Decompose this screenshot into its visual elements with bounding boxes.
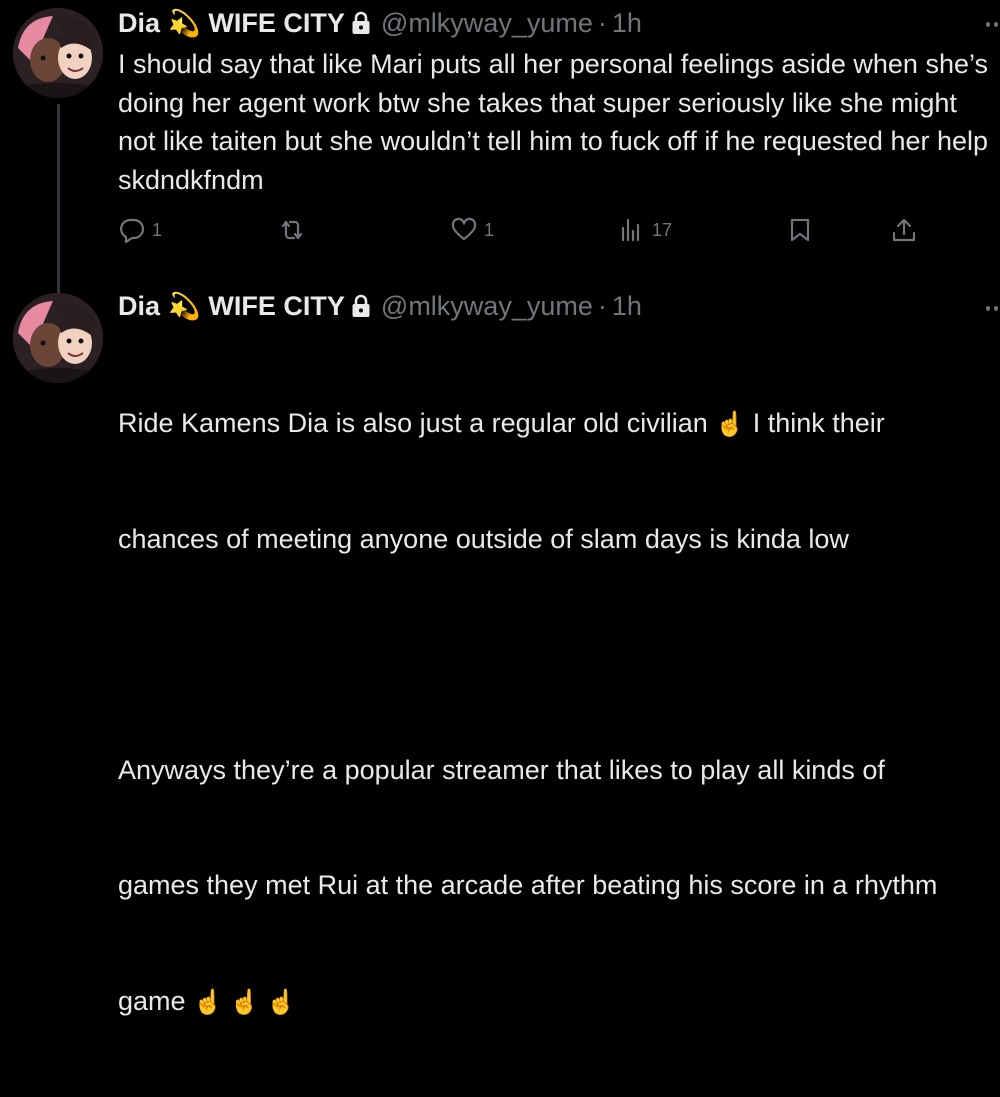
tweet[interactable]: Dia 💫 WIFE CITY @mlkyway_yume · 1h I sho… bbox=[0, 0, 1000, 294]
display-name[interactable]: Dia bbox=[118, 3, 160, 43]
tweet-text: Ride Kamens Dia is also just a regular o… bbox=[118, 327, 998, 1097]
display-name[interactable]: Dia bbox=[118, 286, 160, 326]
reply-icon bbox=[118, 216, 146, 244]
handle[interactable]: @mlkyway_yume bbox=[381, 3, 593, 43]
bookmark-icon bbox=[786, 216, 814, 244]
display-name-suffix[interactable]: WIFE CITY bbox=[208, 3, 345, 43]
views-icon bbox=[618, 216, 646, 244]
separator: · bbox=[597, 8, 607, 38]
thread-line bbox=[57, 104, 60, 294]
more-icon[interactable] bbox=[986, 304, 1000, 312]
action-bar: 1 1 17 bbox=[118, 212, 928, 248]
text-line: Ride Kamens Dia is also just a regular o… bbox=[118, 408, 885, 438]
text-line: games they met Rui at the arcade after b… bbox=[118, 870, 938, 900]
tweet-text: I should say that like Mari puts all her… bbox=[118, 49, 996, 195]
share-icon bbox=[890, 216, 918, 244]
tweet-header: Dia 💫 WIFE CITY @mlkyway_yume · 1h bbox=[118, 3, 642, 43]
timestamp[interactable]: 1h bbox=[612, 286, 642, 326]
text-line: game ☝️ ☝️ ☝️ bbox=[118, 985, 297, 1016]
text-line: Anyways they’re a popular streamer that … bbox=[118, 754, 885, 785]
reply-count: 1 bbox=[152, 219, 163, 240]
share-button[interactable] bbox=[890, 212, 918, 248]
tweet-header: Dia 💫 WIFE CITY @mlkyway_yume · 1h bbox=[118, 286, 642, 326]
pointing-up-emoji: ☝️ ☝️ ☝️ bbox=[193, 988, 297, 1016]
bookmark-button[interactable] bbox=[786, 212, 814, 248]
dizzy-emoji: 💫 bbox=[168, 8, 201, 38]
like-icon bbox=[450, 216, 478, 244]
reply-button[interactable]: 1 bbox=[118, 212, 162, 248]
retweet-icon bbox=[278, 216, 306, 244]
avatar[interactable] bbox=[13, 8, 103, 98]
separator: · bbox=[597, 291, 607, 321]
like-button[interactable]: 1 bbox=[450, 212, 494, 248]
dizzy-emoji: 💫 bbox=[168, 291, 201, 321]
lock-icon bbox=[351, 11, 371, 35]
text-line bbox=[118, 635, 998, 674]
retweet-button[interactable] bbox=[278, 212, 312, 248]
tweet[interactable]: Dia 💫 WIFE CITY @mlkyway_yume · 1h Ride … bbox=[0, 280, 1000, 1016]
timestamp[interactable]: 1h bbox=[612, 3, 642, 43]
more-icon[interactable] bbox=[986, 20, 1000, 28]
avatar[interactable] bbox=[13, 293, 103, 383]
lock-icon bbox=[351, 294, 371, 318]
text-line: chances of meeting anyone outside of sla… bbox=[118, 523, 849, 554]
view-count: 17 bbox=[652, 219, 673, 240]
handle[interactable]: @mlkyway_yume bbox=[381, 286, 593, 326]
like-count: 1 bbox=[484, 219, 495, 240]
pointing-up-emoji: ☝️ bbox=[715, 411, 746, 438]
views-button[interactable]: 17 bbox=[618, 212, 672, 248]
display-name-suffix[interactable]: WIFE CITY bbox=[208, 286, 345, 326]
